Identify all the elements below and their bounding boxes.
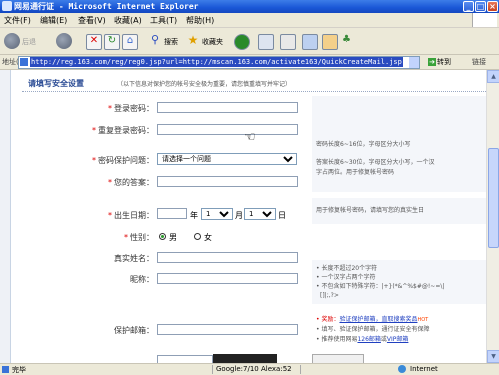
title-bar: 网易通行证 - Microsoft Internet Explorer _ □ … [0, 0, 499, 13]
birth-month-select[interactable]: 1 [201, 208, 233, 220]
refresh-icon[interactable]: ↻ [104, 34, 120, 50]
messenger-icon[interactable]: ♣ [342, 34, 356, 48]
refresh-captcha-button[interactable] [312, 354, 364, 363]
nickname-input[interactable] [157, 273, 298, 284]
birth-year-input[interactable] [157, 208, 187, 219]
nickname-hint-4: []|;,?> [320, 292, 339, 299]
page-content: 请填写安全设置 （以下信息对保护您的帐号安全极为重要，请您慎重填写并牢记） * 登… [0, 70, 486, 363]
birthday-label: * 出生日期： [108, 211, 154, 220]
reward-line-2: • 填写、验证保护邮箱，通行证安全有保障 [316, 326, 430, 333]
favorites-button-label[interactable]: 收藏夹 [202, 37, 223, 47]
backup-email-label: 保护邮箱： [114, 326, 154, 335]
go-arrow-icon: ➔ [428, 58, 436, 66]
menu-view[interactable]: 查看(V) [78, 15, 106, 26]
maximize-button[interactable]: □ [475, 1, 486, 12]
search-icon[interactable]: ⚲ [148, 34, 162, 48]
ie-icon [2, 1, 12, 11]
google-rank: Google:7/10 [216, 365, 259, 373]
menu-bar: 文件(F) 编辑(E) 查看(V) 收藏(A) 工具(T) 帮助(H) [0, 13, 499, 28]
hand-cursor-icon: ☜ [244, 130, 256, 145]
birth-day-select[interactable]: 1 [244, 208, 276, 220]
gender-male-label[interactable]: 男 [169, 232, 177, 243]
password-hint: 密码长度6~16位，字母区分大小写 [316, 141, 411, 148]
scroll-thumb[interactable] [488, 148, 499, 248]
section-title: 请填写安全设置 [28, 79, 84, 88]
status-bar: 完毕 Google:7/10 Alexa:52 Internet [0, 363, 499, 375]
forward-arrow-icon[interactable] [56, 33, 72, 49]
menu-favorites[interactable]: 收藏(A) [114, 15, 142, 26]
zone-text: Internet [410, 365, 438, 373]
month-unit: 月 [235, 211, 243, 220]
go-button[interactable]: ➔ 转到 [428, 57, 451, 67]
page-icon [20, 58, 28, 66]
real-name-label: 真实姓名： [114, 254, 154, 263]
backup-email-input[interactable] [157, 324, 298, 335]
menu-tools[interactable]: 工具(T) [150, 15, 177, 26]
captcha-image [213, 354, 277, 363]
security-question-select[interactable]: 请选择一个问题 [157, 153, 297, 165]
discuss-icon[interactable] [322, 34, 338, 50]
day-unit: 日 [278, 211, 286, 220]
address-url[interactable]: http://reg.163.com/reg/reg0.jsp?url=http… [30, 57, 403, 67]
status-separator-2 [300, 365, 301, 374]
search-button-label[interactable]: 搜索 [164, 37, 178, 47]
media-icon[interactable] [234, 34, 250, 50]
home-icon[interactable]: ⌂ [122, 34, 138, 50]
back-button-label[interactable]: 后退 [22, 37, 36, 47]
menu-file[interactable]: 文件(F) [4, 15, 31, 26]
nickname-label: 昵称： [130, 275, 154, 284]
birthday-hint: 用于修复帐号密码，请填写您的真实生日 [316, 207, 425, 214]
vertical-scrollbar[interactable]: ▲ ▼ [486, 70, 499, 363]
links-button[interactable]: 链接 [472, 57, 486, 67]
gender-label: * 性别： [124, 233, 154, 242]
stop-icon[interactable]: ✕ [86, 34, 102, 50]
answer-hint-line1: 答案长度6~30位，字母区分大小写，一个汉 [316, 159, 435, 166]
edit-icon[interactable] [302, 34, 318, 50]
scroll-down-icon[interactable]: ▼ [487, 350, 499, 363]
mail-126-link[interactable]: 126邮箱 [357, 336, 380, 343]
windows-logo-icon [472, 13, 497, 27]
back-arrow-icon[interactable] [4, 33, 20, 49]
answer-label: * 您的答案： [108, 178, 154, 187]
go-label: 转到 [437, 58, 451, 66]
scroll-up-icon[interactable]: ▲ [487, 70, 499, 83]
reward-link[interactable]: 验证保护邮箱，直取搜索奖品 [339, 316, 417, 323]
print-icon[interactable] [280, 34, 296, 50]
status-separator [212, 365, 213, 374]
repeat-password-label: * 重复登录密码： [92, 126, 154, 135]
login-password-input[interactable] [157, 102, 298, 113]
window-title: 网易通行证 - Microsoft Internet Explorer [14, 2, 199, 11]
mail-icon[interactable] [258, 34, 274, 50]
address-bar: 地址(D) http://reg.163.com/reg/reg0.jsp?ur… [0, 55, 499, 70]
reward-line-1: • 奖励：验证保护邮箱，直取搜索奖品HOT [316, 316, 429, 323]
toolbar: 后退 ✕ ↻ ⌂ ⚲ 搜索 ★ 收藏夹 ♣ [0, 28, 499, 55]
gender-female-radio[interactable] [194, 233, 201, 240]
real-name-input[interactable] [157, 252, 298, 263]
captcha-input[interactable] [157, 355, 213, 363]
internet-zone-icon [398, 365, 406, 373]
section-divider [22, 91, 486, 92]
gender-female-label[interactable]: 女 [204, 232, 212, 243]
answer-input[interactable] [157, 176, 298, 187]
year-unit: 年 [190, 211, 198, 220]
vip-mail-link[interactable]: VIP邮箱 [387, 336, 409, 343]
menu-edit[interactable]: 编辑(E) [40, 15, 67, 26]
address-dropdown-icon[interactable] [409, 57, 419, 68]
done-page-icon [2, 366, 9, 373]
close-button[interactable]: × [487, 1, 498, 12]
section-subtitle: （以下信息对保护您的帐号安全极为重要，请您慎重填写并牢记） [117, 81, 292, 88]
left-gutter [0, 70, 11, 363]
minimize-button[interactable]: _ [463, 1, 474, 12]
login-password-label: * 登录密码： [108, 104, 154, 113]
menu-help[interactable]: 帮助(H) [186, 15, 214, 26]
address-input[interactable]: http://reg.163.com/reg/reg0.jsp?url=http… [18, 56, 420, 69]
security-question-label: * 密码保护问题： [92, 156, 154, 165]
alexa-rank: Alexa:52 [261, 365, 292, 373]
favorites-star-icon[interactable]: ★ [186, 34, 200, 48]
reward-line-3: • 推荐使用网易126邮箱或VIP邮箱 [316, 336, 409, 343]
repeat-password-input[interactable] [157, 124, 298, 135]
gender-male-radio[interactable] [159, 233, 166, 240]
answer-hint-line2: 字占两位。用于修复帐号密码 [316, 169, 395, 176]
